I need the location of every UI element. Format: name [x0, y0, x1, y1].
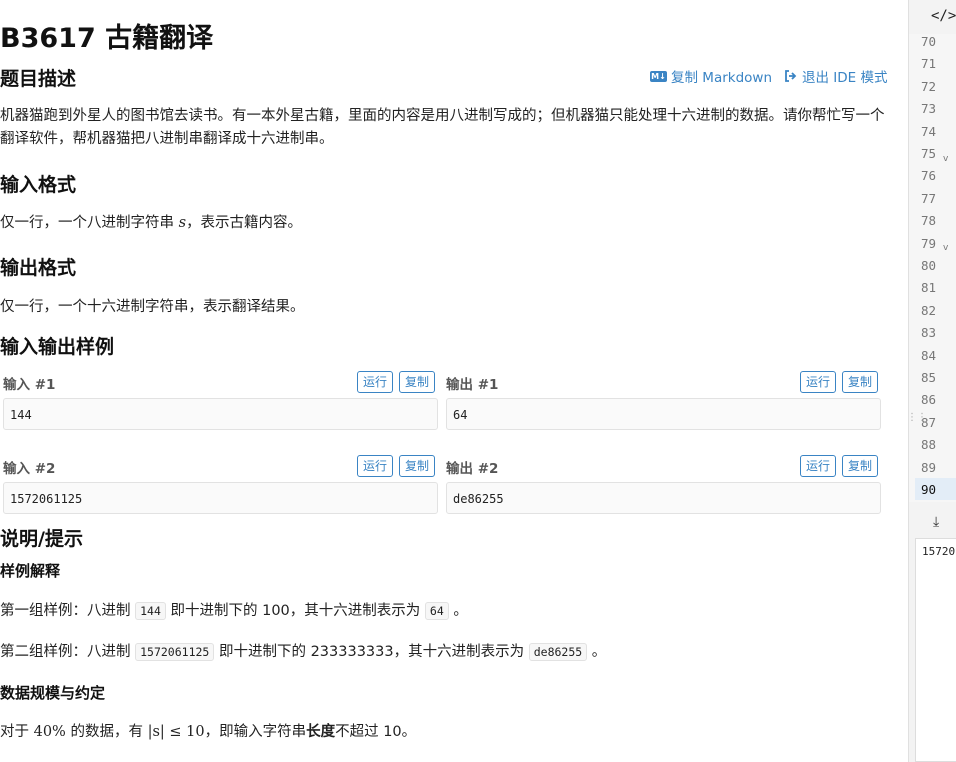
input-format-post: ，表示古籍内容。 — [186, 215, 303, 231]
constraint-percent: 40% — [33, 724, 66, 740]
explain2-code-hex: de86255 — [528, 643, 588, 661]
copy-markdown-label: 复制 Markdown — [671, 70, 773, 86]
resize-handle-icon[interactable]: ⋮⋮ — [907, 412, 927, 423]
constraint-a: 对于 — [0, 724, 34, 740]
line-number: 88 — [921, 437, 937, 453]
custom-input-field[interactable]: 15720 — [915, 538, 956, 762]
line-number: 73 — [921, 101, 937, 117]
line-number: 77 — [921, 190, 937, 206]
markdown-icon: M↓ — [650, 70, 667, 82]
copy-output-1-button[interactable]: 复制 — [842, 371, 879, 393]
code-toggle-icon[interactable]: </> — [931, 8, 956, 24]
line-number: 81 — [921, 280, 937, 296]
line-number: 74 — [921, 123, 937, 139]
copy-markdown-link[interactable]: M↓ 复制 Markdown — [650, 66, 772, 86]
ide-toolbar: </> — [909, 0, 956, 35]
hint-heading: 说明/提示 — [0, 528, 83, 550]
line-number: 70 — [921, 34, 937, 49]
constraint-b: 的数据，有 — [65, 724, 148, 740]
line-number: 79 — [921, 235, 937, 251]
copy-input-2-button[interactable]: 复制 — [399, 455, 436, 477]
line-number: 72 — [921, 78, 937, 94]
line-number: 85 — [921, 370, 937, 385]
sample-output-label-1: 输出 #1 — [446, 377, 499, 393]
sample-output-label-2: 输出 #2 — [446, 461, 499, 477]
line-number: 71 — [921, 56, 937, 72]
line-number: 83 — [921, 325, 937, 341]
sample-input-label-2: 输入 #2 — [3, 461, 56, 477]
input-format-pre: 仅一行，一个八进制字符串 — [0, 215, 179, 231]
sample-output-2[interactable]: de86255 — [446, 482, 881, 514]
explain2-b: 即十进制下的 233333333，其十六进制表示为 — [214, 644, 529, 660]
run-sample-2-button[interactable]: 运行 — [357, 455, 394, 477]
explain-heading: 样例解释 — [0, 562, 61, 580]
line-number: 89 — [921, 459, 937, 475]
exit-ide-link[interactable]: 退出 IDE 模式 — [784, 66, 888, 86]
description-heading: 题目描述 — [0, 68, 77, 90]
output-format-heading: 输出格式 — [0, 257, 77, 279]
run-sample-1-button[interactable]: 运行 — [357, 371, 394, 393]
explain1-a: 第一组样例：八进制 — [0, 603, 136, 619]
sample-input-label-1: 输入 #1 — [3, 377, 56, 393]
ide-panel: </> 70 71 72 73 74 75 76 77 78 79 80 81 82 83 84 85 86 87… — [907, 0, 956, 762]
sample-input-1[interactable]: 144 — [3, 398, 438, 430]
explain2-code-octal: 1572061125 — [135, 643, 215, 661]
sample-input-2[interactable]: 1572061125 — [3, 482, 438, 514]
constraint-bold: 长度 — [306, 724, 336, 740]
line-number: 86 — [921, 392, 937, 408]
explain1-c: 。 — [448, 603, 468, 619]
page-title: B3617 古籍翻译 — [0, 23, 214, 54]
explain2-a: 第二组样例：八进制 — [0, 644, 136, 660]
explain-line-2: 第二组样例：八进制 1572061125 即十进制下的 233333333，其十… — [0, 640, 606, 661]
copy-input-1-button[interactable]: 复制 — [399, 371, 436, 393]
input-format-text: 仅一行，一个八进制字符串 s，表示古籍内容。 — [0, 211, 302, 232]
input-var-s: s — [178, 215, 187, 231]
explain1-code-octal: 144 — [135, 602, 166, 620]
exit-icon — [785, 70, 797, 82]
explain2-c: 。 — [587, 644, 607, 660]
constraint-math: |s| ≤ 10 — [147, 724, 205, 740]
constraint-text: 对于 40% 的数据，有 |s| ≤ 10，即输入字符串长度不超过 10。 — [0, 720, 416, 741]
exit-ide-label: 退出 IDE 模式 — [802, 70, 888, 86]
io-header: ⤓ — [909, 510, 956, 536]
fold-chevron-icon[interactable]: v — [943, 243, 948, 253]
problem-panel: B3617 古籍翻译 题目描述 M↓ 复制 Markdown 退出 IDE 模式… — [0, 0, 900, 762]
samples-heading: 输入输出样例 — [0, 336, 115, 358]
line-number: 84 — [921, 347, 937, 363]
line-number: 78 — [921, 213, 937, 229]
constraint-d: 不超过 10。 — [335, 724, 417, 740]
constraints-heading: 数据规模与约定 — [0, 684, 106, 702]
fold-chevron-icon[interactable]: v — [943, 154, 948, 164]
download-icon[interactable]: ⤓ — [933, 514, 939, 530]
constraint-c: ，即输入字符串 — [204, 724, 307, 740]
copy-output-2-button[interactable]: 复制 — [842, 455, 879, 477]
input-format-heading: 输入格式 — [0, 174, 77, 196]
line-number: 90 — [921, 482, 937, 497]
output-format-text: 仅一行，一个十六进制字符串，表示翻译结果。 — [0, 299, 305, 315]
run-output-1-button[interactable]: 运行 — [800, 371, 837, 393]
line-number: 76 — [921, 168, 937, 184]
line-number: 80 — [921, 258, 937, 273]
explain1-b: 即十进制下的 100，其十六进制表示为 — [165, 603, 425, 619]
sample-output-1[interactable]: 64 — [446, 398, 881, 430]
explain1-code-hex: 64 — [424, 602, 449, 620]
run-output-2-button[interactable]: 运行 — [800, 455, 837, 477]
explain-line-1: 第一组样例：八进制 144 即十进制下的 100，其十六进制表示为 64 。 — [0, 599, 468, 620]
line-number: 82 — [921, 302, 937, 318]
description-text: 机器猫跑到外星人的图书馆去读书。有一本外星古籍，里面的内容是用八进制写成的；但机… — [0, 108, 885, 147]
line-number: 75 — [921, 146, 937, 161]
